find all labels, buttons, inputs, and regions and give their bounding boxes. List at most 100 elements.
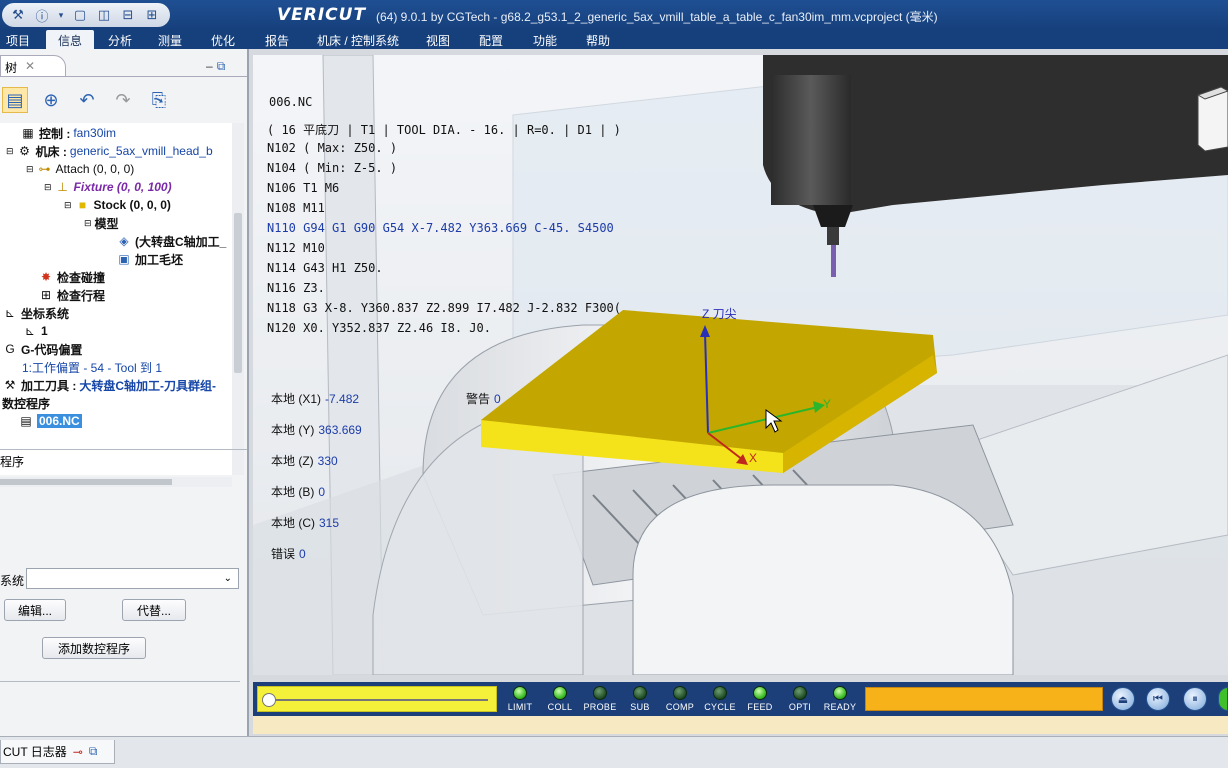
slider-handle[interactable] xyxy=(262,693,276,707)
pin-icon[interactable]: ⊸ xyxy=(73,745,83,759)
tab-project-tree[interactable]: 树 ✕ xyxy=(0,55,66,77)
quick-access-toolbar: ⚒ ⓘ ▾ ▢ ◫ ⊟ ⊞ xyxy=(2,3,170,27)
menu-report[interactable]: 报告 xyxy=(250,30,304,49)
reset-model-icon[interactable]: ⏏ xyxy=(1111,687,1135,711)
tree-scrollbar-horizontal[interactable] xyxy=(0,477,232,487)
app-logo: VERICUT xyxy=(277,5,367,25)
collapse-icon[interactable]: ⊟ xyxy=(44,182,52,193)
dropdown-icon[interactable]: ▾ xyxy=(56,6,66,24)
menu-measure[interactable]: 测量 xyxy=(144,30,196,49)
tree-item-nc-programs[interactable]: 数控程序 xyxy=(2,394,50,412)
tab-logger[interactable]: CUT 日志器 ⊸ ⧉ xyxy=(0,740,115,764)
nc-line: N108 M11 xyxy=(267,201,325,215)
status-led-opti: OPTI xyxy=(781,685,819,715)
copy-icon[interactable]: ⎘ xyxy=(146,87,172,113)
collapse-icon[interactable]: ⊟ xyxy=(84,218,92,229)
menu-machine-control[interactable]: 机床 / 控制系统 xyxy=(304,30,412,49)
menu-project[interactable]: 项目 xyxy=(0,30,36,49)
add-component-icon[interactable]: ⊕ xyxy=(38,87,64,113)
edit-button[interactable]: 编辑... xyxy=(4,599,66,621)
window-title: (64) 9.0.1 by CGTech - g68.2_g53.1_2_gen… xyxy=(376,10,938,24)
tree-item-coordinate-system[interactable]: ⊾ 坐标系统 xyxy=(2,304,69,322)
nc-line-current: N110 G94 G1 G90 G54 X-7.482 Y363.669 C-4… xyxy=(267,221,614,235)
play-icon[interactable] xyxy=(1218,687,1228,711)
tools-icon[interactable]: ⚒ xyxy=(8,6,28,24)
tree-item-stock-blank[interactable]: ▣ 加工毛坯 xyxy=(116,250,183,268)
rewind-icon[interactable]: ⏮ xyxy=(1146,687,1170,711)
led-label: SUB xyxy=(630,702,650,712)
undo-icon[interactable]: ↶ xyxy=(74,87,100,113)
collapse-icon[interactable]: ⊟ xyxy=(64,200,72,211)
menu-function[interactable]: 功能 xyxy=(518,30,572,49)
layout-horizontal-icon[interactable]: ⊟ xyxy=(118,6,138,24)
tree-item-work-offset[interactable]: 1:工作偏置 - 54 - Tool 到 1 xyxy=(22,358,162,376)
tree-view-icon[interactable]: ▤ xyxy=(2,87,28,113)
table-support xyxy=(632,484,1014,675)
tree-scrollbar-vertical[interactable] xyxy=(232,123,244,475)
3d-viewport[interactable]: 006.NC ( 16 平底刀 | T1 | TOOL DIA. - 16. |… xyxy=(253,55,1228,675)
readout-y: 本地 (Y) 363.669 xyxy=(271,423,362,437)
redo-icon[interactable]: ↷ xyxy=(110,87,136,113)
tab-label: 树 xyxy=(5,61,18,75)
axis-z-label: Z 刀尖 xyxy=(702,307,737,321)
scroll-thumb[interactable] xyxy=(234,213,242,373)
led-label: OPTI xyxy=(788,702,812,712)
float-icon[interactable]: ⧉ xyxy=(89,744,98,759)
status-led-sub: SUB xyxy=(621,685,659,715)
stock-icon: ■ xyxy=(78,198,87,212)
float-icon[interactable]: ⧉ xyxy=(217,59,226,74)
tree-item-attach[interactable]: ⊟ ⊶ Attach (0, 0, 0) xyxy=(26,160,134,178)
led-indicator-icon xyxy=(673,686,687,700)
menu-view[interactable]: 视图 xyxy=(412,30,464,49)
tree-item-nc-file[interactable]: ▤ 006.NC xyxy=(18,412,82,430)
tree-item-machine[interactable]: ⊟ ⚙ 机床 : generic_5ax_vmill_head_b xyxy=(6,142,213,160)
nc-line: N112 M10 xyxy=(267,241,325,255)
menu-info[interactable]: 信息 xyxy=(46,30,94,49)
menu-help[interactable]: 帮助 xyxy=(572,30,624,49)
coordinate-system-icon: ⊾ xyxy=(4,306,16,320)
menu-analysis[interactable]: 分析 xyxy=(96,30,144,49)
bottom-dock: CUT 日志器 ⊸ ⧉ xyxy=(0,736,1228,768)
readout-errors: 错误 0 xyxy=(271,547,306,561)
view-cube-icon[interactable] xyxy=(1196,86,1228,152)
collapse-icon[interactable]: ⊟ xyxy=(6,146,14,157)
close-icon[interactable]: ✕ xyxy=(25,59,35,74)
replace-button[interactable]: 代替... xyxy=(122,599,186,621)
led-indicator-icon xyxy=(793,686,807,700)
tree-toolbar: ▤ ⊕ ↶ ↷ ⎘ xyxy=(0,85,247,115)
tree-item-collision-check[interactable]: ✸ 检查碰撞 xyxy=(38,268,105,286)
readout-x1: 本地 (X1) -7.482 xyxy=(271,392,360,406)
layout-grid-icon[interactable]: ⊞ xyxy=(142,6,162,24)
scroll-thumb[interactable] xyxy=(0,479,172,485)
collapse-icon[interactable]: ⊟ xyxy=(26,164,34,175)
coord-system-select[interactable]: ⌄ xyxy=(26,568,239,589)
led-label: COLL xyxy=(547,702,573,712)
axis-y-label: Y xyxy=(823,397,832,411)
menu-config[interactable]: 配置 xyxy=(464,30,518,49)
led-label: PROBE xyxy=(583,702,617,712)
tree-item-gcode-offsets[interactable]: G G-代码偏置 xyxy=(2,340,82,358)
animation-speed-slider[interactable] xyxy=(257,686,497,712)
panel-controls: – ⧉ xyxy=(206,59,225,74)
info-icon[interactable]: ⓘ xyxy=(32,6,52,24)
led-indicator-icon xyxy=(713,686,727,700)
tree-item-csys-1[interactable]: ⊾ 1 xyxy=(22,322,48,340)
tree-item-model[interactable]: ⊟ 模型 xyxy=(84,214,119,232)
layout-split-icon[interactable]: ◫ xyxy=(94,6,114,24)
led-indicator-icon xyxy=(593,686,607,700)
layout-single-icon[interactable]: ▢ xyxy=(70,6,90,24)
collision-check-icon: ✸ xyxy=(40,270,52,284)
add-nc-program-button[interactable]: 添加数控程序 xyxy=(42,637,146,659)
led-label: COMP xyxy=(665,702,695,712)
pause-icon[interactable]: ⏸ xyxy=(1183,687,1207,711)
status-led-ready: READY xyxy=(821,685,859,715)
tree-item-travel-check[interactable]: ⊞ 检查行程 xyxy=(38,286,105,304)
tree-item-tooling[interactable]: ⚒ 加工刀具 : 大转盘C轴加工-刀具群组- xyxy=(2,376,216,394)
minimize-icon[interactable]: – xyxy=(206,59,213,74)
tree-item-stock[interactable]: ⊟ ■ Stock (0, 0, 0) xyxy=(64,196,171,214)
tree-item-model-file[interactable]: ◈ (大转盘C轴加工_ xyxy=(116,232,226,250)
tree-item-fixture[interactable]: ⊟ ⊥ Fixture (0, 0, 100) xyxy=(44,178,172,196)
status-led-cycle: CYCLE xyxy=(701,685,739,715)
tree-item-control[interactable]: ▦ 控制 : fan30im xyxy=(20,124,116,142)
menu-optimize[interactable]: 优化 xyxy=(196,30,250,49)
